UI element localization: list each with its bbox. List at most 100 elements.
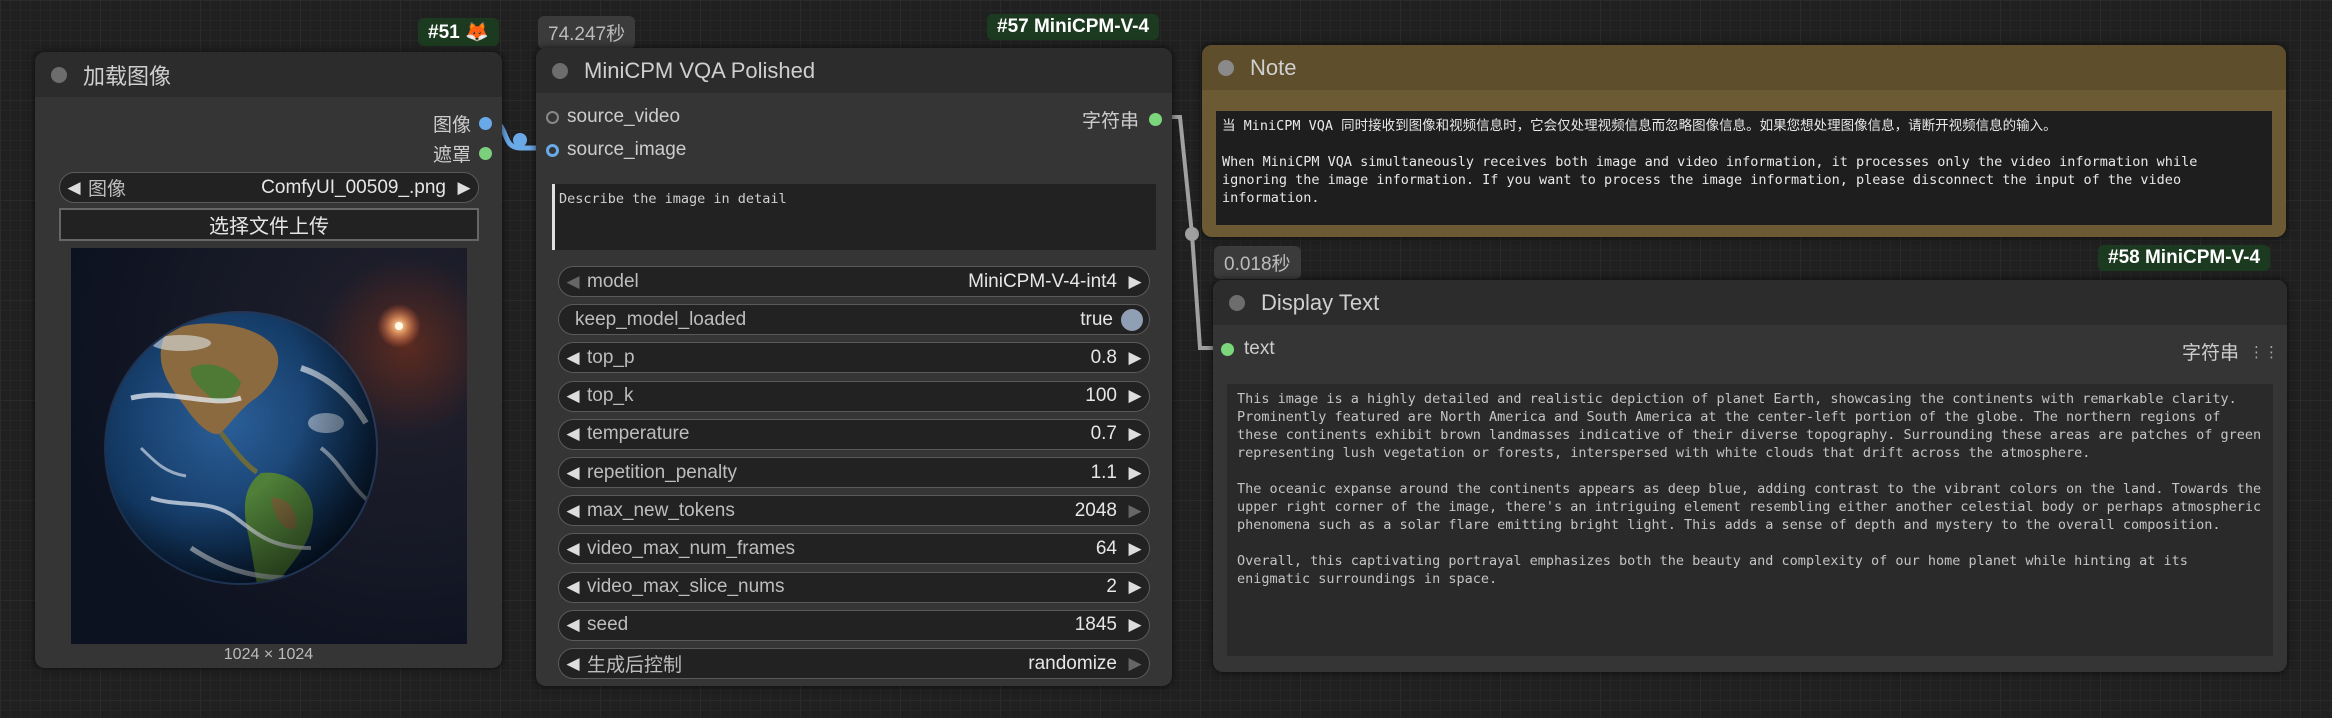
input-label-text: text <box>1244 338 1275 359</box>
decrement-arrow-icon[interactable]: ◀ <box>559 654 587 674</box>
decrement-arrow-icon[interactable]: ◀ <box>559 501 587 521</box>
image-input-dot[interactable] <box>546 143 559 157</box>
display-textarea[interactable]: This image is a highly detailed and real… <box>1227 384 2273 656</box>
collapse-dot[interactable] <box>1229 294 1245 311</box>
output-slot-string[interactable]: 字符串 ⋮⋮ <box>2182 338 2279 365</box>
video-input-dot[interactable] <box>546 110 559 124</box>
image-select-widget[interactable]: ◀ 图像 ComfyUI_00509_.png ▶ <box>59 172 479 203</box>
widget-10[interactable]: ◀ seed 1845 ▶ <box>558 609 1150 641</box>
string-output-dot[interactable] <box>1149 113 1162 126</box>
execution-time-badge: 74.247秒 <box>538 16 636 49</box>
widget-6[interactable]: ◀ repetition_penalty 1.1 ▶ <box>558 457 1150 488</box>
collapse-dot[interactable] <box>1218 59 1234 76</box>
node-id-badge-57: #57 MiniCPM-V-4 <box>987 14 1160 40</box>
collapse-dot[interactable] <box>51 66 67 83</box>
decrement-arrow-icon[interactable]: ◀ <box>559 577 587 597</box>
decrement-arrow-icon[interactable]: ◀ <box>559 386 587 406</box>
node-title: Display Text <box>1261 289 1380 315</box>
increment-arrow-icon[interactable]: ▶ <box>1121 654 1149 674</box>
minicpm-vqa-header[interactable]: MiniCPM VQA Polished <box>536 48 1172 93</box>
increment-arrow-icon[interactable]: ▶ <box>1121 577 1149 597</box>
widget-11[interactable]: ◀ 生成后控制 randomize ▶ <box>558 648 1150 679</box>
node-id-badge-51: #51 🦊 <box>418 18 499 46</box>
display-text-node[interactable]: Display Text text 字符串 ⋮⋮ This image is a… <box>1213 280 2287 672</box>
widget-value: randomize <box>1028 652 1117 674</box>
execution-time-badge: 0.018秒 <box>1214 246 1301 279</box>
mask-output-dot[interactable] <box>479 147 492 160</box>
load-image-node[interactable]: 加载图像 图像 遮罩 ◀ 图像 ComfyUI_00509_.png ▶ 选择文… <box>35 52 502 668</box>
display-text-header[interactable]: Display Text <box>1213 280 2287 325</box>
widget-label: model <box>587 270 639 292</box>
decrement-arrow-icon[interactable]: ◀ <box>559 272 587 292</box>
decrement-arrow-icon[interactable]: ◀ <box>559 539 587 559</box>
input-slot-text[interactable]: text <box>1221 338 1275 360</box>
increment-arrow-icon[interactable]: ▶ <box>1121 386 1149 406</box>
widget-value: MiniCPM-V-4-int4 <box>968 270 1117 292</box>
output-slot-image[interactable]: 图像 <box>433 110 492 137</box>
load-image-header[interactable]: 加载图像 <box>35 52 502 97</box>
increment-arrow-icon[interactable]: ▶ <box>1121 501 1149 521</box>
image-link-reroute-dot <box>513 133 527 147</box>
node-title: Note <box>1250 54 1297 80</box>
widget-value: 2 <box>1106 576 1117 598</box>
increment-arrow-icon[interactable]: ▶ <box>1121 272 1149 292</box>
image-output-dot[interactable] <box>479 117 492 130</box>
image-preview <box>71 248 467 644</box>
widget-label: temperature <box>587 423 690 445</box>
node-title: 加载图像 <box>83 63 172 89</box>
decrement-arrow-icon[interactable]: ◀ <box>559 424 587 444</box>
widget-label: seed <box>587 614 629 636</box>
widget-7[interactable]: ◀ max_new_tokens 2048 ▶ <box>558 495 1150 527</box>
output-label-mask: 遮罩 <box>432 145 471 166</box>
widget-value: 1.1 <box>1090 461 1117 483</box>
grid-icon[interactable]: ⋮⋮ <box>2249 343 2279 361</box>
output-slot-mask[interactable]: 遮罩 <box>433 140 492 167</box>
increment-arrow-icon[interactable]: ▶ <box>1121 424 1149 444</box>
output-slot-string[interactable]: 字符串 <box>1082 106 1162 133</box>
prompt-textarea[interactable]: Describe the image in detail <box>552 184 1156 250</box>
note-header[interactable]: Note <box>1202 45 2286 90</box>
widget-3[interactable]: ◀ top_p 0.8 ▶ <box>558 342 1150 374</box>
output-label-string: 字符串 <box>1081 111 1139 132</box>
widget-label: keep_model_loaded <box>575 308 747 330</box>
increment-arrow-icon[interactable]: ▶ <box>1121 615 1149 635</box>
upload-button[interactable]: 选择文件上传 <box>59 208 479 241</box>
text-input-dot[interactable] <box>1221 342 1234 356</box>
widget-label: repetition_penalty <box>587 461 737 483</box>
image-dimensions: 1024 × 1024 <box>223 646 314 663</box>
decrement-arrow-icon[interactable]: ◀ <box>559 463 587 483</box>
increment-arrow-icon[interactable]: ▶ <box>1121 348 1149 368</box>
next-arrow-icon[interactable]: ▶ <box>450 178 478 198</box>
widget-1[interactable]: ◀ model MiniCPM-V-4-int4 ▶ <box>558 266 1150 297</box>
widget-value: true <box>1080 308 1113 330</box>
widget-9[interactable]: ◀ video_max_slice_nums 2 ▶ <box>558 571 1150 603</box>
widget-label: 生成后控制 <box>587 655 683 676</box>
node-title: MiniCPM VQA Polished <box>584 57 816 83</box>
earth-render-image <box>71 248 467 644</box>
input-slot-video[interactable]: source_video <box>546 106 680 128</box>
widget-5[interactable]: ◀ temperature 0.7 ▶ <box>558 418 1150 450</box>
output-label-string: 字符串 <box>2181 343 2239 364</box>
increment-arrow-icon[interactable]: ▶ <box>1121 539 1149 559</box>
note-textarea[interactable]: 当 MiniCPM VQA 同时接收到图像和视频信息时，它会仅处理视频信息而忽略… <box>1216 111 2272 225</box>
decrement-arrow-icon[interactable]: ◀ <box>559 348 587 368</box>
widget-8[interactable]: ◀ video_max_num_frames 64 ▶ <box>558 533 1150 565</box>
note-node[interactable]: Note 当 MiniCPM VQA 同时接收到图像和视频信息时，它会仅处理视频… <box>1202 45 2286 237</box>
widget-4[interactable]: ◀ top_k 100 ▶ <box>558 380 1150 412</box>
widget-value: 100 <box>1085 385 1117 407</box>
widget-value: 0.7 <box>1090 423 1117 445</box>
minicpm-vqa-node[interactable]: MiniCPM VQA Polished source_video source… <box>536 48 1172 686</box>
input-slot-image[interactable]: source_image <box>546 139 686 161</box>
toggle-knob-icon[interactable] <box>1121 308 1143 331</box>
widget-value: 64 <box>1095 537 1117 559</box>
widget-value: 2048 <box>1074 499 1117 521</box>
decrement-arrow-icon[interactable]: ◀ <box>559 615 587 635</box>
prev-arrow-icon[interactable]: ◀ <box>60 178 88 198</box>
widget-2[interactable]: keep_model_loaded true <box>558 304 1150 336</box>
input-label-video: source_video <box>567 106 681 127</box>
widget-value: 1845 <box>1074 614 1117 636</box>
increment-arrow-icon[interactable]: ▶ <box>1121 463 1149 483</box>
widget-label: 图像 <box>88 179 127 200</box>
collapse-dot[interactable] <box>552 62 568 79</box>
widget-label: video_max_num_frames <box>587 537 796 559</box>
